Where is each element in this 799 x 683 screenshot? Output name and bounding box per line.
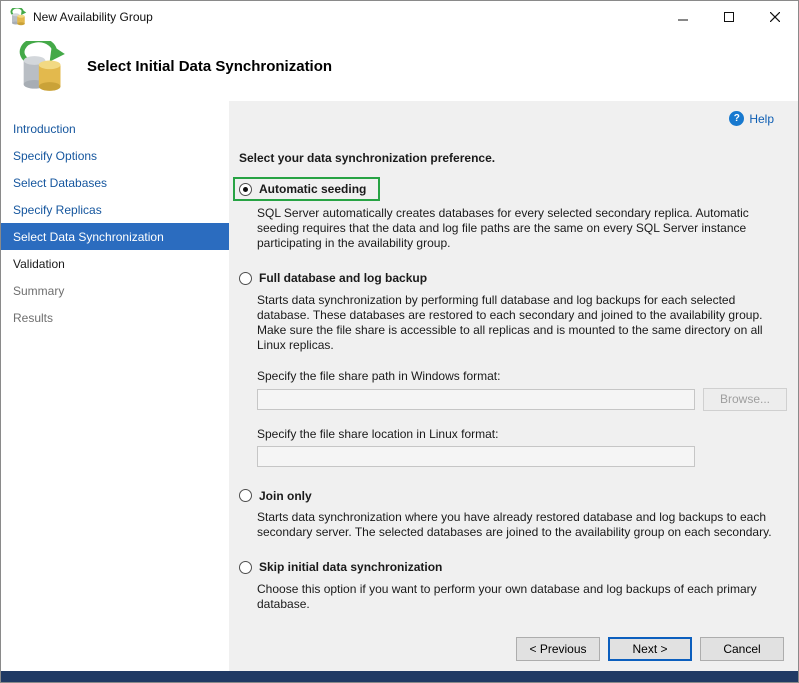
- wizard-steps-sidebar: Introduction Specify Options Select Data…: [1, 101, 229, 671]
- radio-option-join-only[interactable]: Join only: [239, 489, 312, 503]
- sync-preference-heading: Select your data synchronization prefere…: [239, 151, 496, 165]
- sidebar-item-select-databases[interactable]: Select Databases: [1, 169, 229, 196]
- radio-option-skip-sync[interactable]: Skip initial data synchronization: [239, 560, 442, 574]
- radio-icon[interactable]: [239, 489, 252, 502]
- minimize-icon: [678, 19, 688, 20]
- wizard-header: Select Initial Data Synchronization: [1, 32, 798, 101]
- page-title: Select Initial Data Synchronization: [87, 58, 333, 75]
- wizard-navigation-buttons: < Previous Next > Cancel: [516, 637, 784, 661]
- window-title: New Availability Group: [33, 9, 153, 24]
- maximize-button[interactable]: [706, 1, 752, 32]
- maximize-icon: [724, 11, 734, 22]
- sidebar-item-specify-options[interactable]: Specify Options: [1, 142, 229, 169]
- radio-icon[interactable]: [239, 560, 252, 574]
- minimize-button[interactable]: [660, 1, 706, 32]
- option-description: Starts data synchronization by performin…: [257, 292, 763, 352]
- option-description: Starts data synchronization where you ha…: [257, 510, 772, 539]
- close-icon: [770, 11, 780, 22]
- linux-path-input[interactable]: [257, 445, 695, 467]
- help-label: Help: [749, 111, 774, 126]
- option-description: Choose this option if you want to perfor…: [257, 581, 757, 611]
- radio-icon[interactable]: [239, 271, 252, 285]
- option-label: Join only: [259, 488, 312, 503]
- sidebar-item-specify-replicas[interactable]: Specify Replicas: [1, 196, 229, 223]
- main-pane: ? Help Select your data synchronization …: [229, 101, 798, 671]
- new-availability-group-window: New Availability Group Select Initial Da…: [0, 0, 799, 683]
- sidebar-item-summary: Summary: [13, 283, 65, 298]
- linux-path-label: Specify the file share location in Linux…: [257, 426, 499, 441]
- next-button[interactable]: Next >: [608, 637, 692, 661]
- window-bottom-border: [1, 671, 798, 682]
- wizard-body: Introduction Specify Options Select Data…: [1, 101, 798, 671]
- option-label: Automatic seeding: [259, 182, 367, 196]
- availability-group-icon: [15, 40, 67, 93]
- title-bar: New Availability Group: [1, 1, 798, 32]
- help-icon: ?: [729, 111, 745, 126]
- option-description: SQL Server automatically creates databas…: [257, 206, 749, 250]
- window-controls: [660, 1, 798, 32]
- windows-path-label: Specify the file share path in Windows f…: [257, 368, 501, 383]
- option-label: Skip initial data synchronization: [259, 560, 443, 574]
- close-button[interactable]: [752, 1, 798, 32]
- sidebar-item-introduction[interactable]: Introduction: [1, 115, 229, 142]
- availability-group-app-icon: [9, 7, 27, 26]
- browse-button[interactable]: Browse...: [703, 387, 787, 411]
- help-link[interactable]: ? Help: [729, 111, 774, 126]
- sidebar-item-select-data-synchronization[interactable]: Select Data Synchronization: [1, 223, 229, 250]
- sidebar-item-results: Results: [13, 310, 54, 325]
- option-label: Full database and log backup: [259, 271, 428, 285]
- sidebar-item-validation: Validation: [13, 256, 65, 271]
- radio-option-full-backup[interactable]: Full database and log backup: [239, 271, 427, 285]
- cancel-button[interactable]: Cancel: [700, 637, 784, 661]
- radio-option-automatic-seeding[interactable]: Automatic seeding: [233, 177, 381, 201]
- radio-selected-icon[interactable]: [239, 182, 252, 196]
- windows-path-input[interactable]: [257, 388, 695, 410]
- previous-button[interactable]: < Previous: [516, 637, 600, 661]
